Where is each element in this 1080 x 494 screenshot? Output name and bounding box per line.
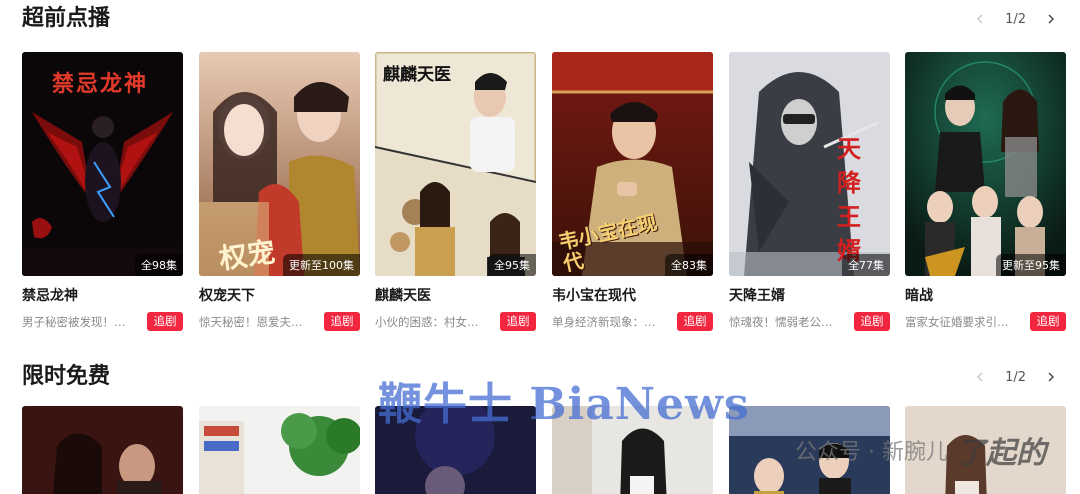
drama-poster[interactable]: 禁忌龙神 全98集: [22, 52, 183, 276]
poster-title-art: 麒麟天医: [383, 65, 451, 85]
follow-button[interactable]: 追剧: [1030, 312, 1066, 331]
prev-page-button[interactable]: [969, 8, 991, 30]
drama-poster[interactable]: 麒麟天医 全95集: [375, 52, 536, 276]
drama-title[interactable]: 权宠天下: [199, 285, 360, 305]
chevron-right-icon: [1048, 372, 1054, 382]
follow-button[interactable]: 追剧: [147, 312, 183, 331]
card-meta-row: 小伙的困惑：村女… 追剧: [375, 312, 536, 332]
drama-card: 禁忌龙神 全98集 禁忌龙神 男子秘密被发现！… 追剧: [22, 52, 183, 332]
drama-poster[interactable]: [199, 406, 360, 494]
drama-title[interactable]: 天降王婿: [729, 285, 890, 305]
episode-badge: 全95集: [488, 254, 536, 276]
follow-button[interactable]: 追剧: [500, 312, 536, 331]
page-indicator: 1/2: [1005, 11, 1026, 27]
follow-button[interactable]: 追剧: [324, 312, 360, 331]
drama-poster[interactable]: [729, 406, 890, 494]
episode-badge: 全77集: [842, 254, 890, 276]
episode-badge: 更新至95集: [996, 254, 1066, 276]
drama-description: 小伙的困惑：村女…: [375, 315, 479, 329]
drama-card: 麒麟天医 全95集 麒麟天医 小伙的困惑：村女… 追剧: [375, 52, 536, 332]
prev-page-button[interactable]: [969, 366, 991, 388]
drama-title[interactable]: 暗战: [905, 285, 1066, 305]
drama-poster[interactable]: 权宠 更新至100集: [199, 52, 360, 276]
poster-image: [729, 406, 890, 494]
section-advance-screening: 超前点播 1/2 禁忌龙神 全98集 禁忌龙神 男子秘密被发现！… 追剧 权宠 …: [0, 4, 1080, 344]
episode-badge: 全98集: [135, 254, 183, 276]
drama-poster[interactable]: 更新至95集: [905, 52, 1066, 276]
drama-description: 单身经济新现象：…: [552, 315, 656, 329]
pager: 1/2: [969, 362, 1062, 392]
poster-image: [552, 406, 713, 494]
drama-card: 权宠 更新至100集 权宠天下 惊天秘密！恩爱夫… 追剧: [199, 52, 360, 332]
drama-poster[interactable]: [905, 406, 1066, 494]
poster-title-art: 禁忌龙神: [52, 71, 149, 97]
drama-poster[interactable]: [552, 406, 713, 494]
drama-poster[interactable]: [22, 406, 183, 494]
follow-button[interactable]: 追剧: [854, 312, 890, 331]
next-page-button[interactable]: [1040, 8, 1062, 30]
chevron-right-icon: [1048, 14, 1054, 24]
page-indicator: 1/2: [1005, 369, 1026, 385]
next-page-button[interactable]: [1040, 366, 1062, 388]
drama-poster[interactable]: 韦小宝在现代 全83集: [552, 52, 713, 276]
poster-title-art: 权宠: [217, 235, 278, 276]
card-meta-row: 惊魂夜！懦弱老公… 追剧: [729, 312, 890, 332]
drama-title[interactable]: 禁忌龙神: [22, 285, 183, 305]
section-title: 限时免费: [22, 364, 111, 389]
drama-card: 更新至95集 暗战 富家女征婚要求引… 追剧: [905, 52, 1066, 332]
drama-description: 惊天秘密！恩爱夫…: [199, 315, 303, 329]
section-limited-free: 限时免费 1/2: [0, 362, 1080, 494]
drama-title[interactable]: 麒麟天医: [375, 285, 536, 305]
card-meta-row: 男子秘密被发现！… 追剧: [22, 312, 183, 332]
follow-button[interactable]: 追剧: [677, 312, 713, 331]
chevron-left-icon: [977, 372, 983, 382]
drama-description: 男子秘密被发现！…: [22, 315, 126, 329]
poster-image: [905, 52, 1066, 276]
drama-poster[interactable]: [375, 406, 536, 494]
poster-image: [905, 406, 1066, 494]
drama-card: 韦小宝在现代 全83集 韦小宝在现代 单身经济新现象：… 追剧: [552, 52, 713, 332]
section-title: 超前点播: [22, 6, 111, 31]
chevron-left-icon: [977, 14, 983, 24]
card-meta-row: 富家女征婚要求引… 追剧: [905, 312, 1066, 332]
drama-card-list: [22, 406, 1072, 494]
poster-image: [199, 406, 360, 494]
drama-card: 天降王婿 全77集 天降王婿 惊魂夜！懦弱老公… 追剧: [729, 52, 890, 332]
section-header: 超前点播 1/2: [22, 4, 1062, 34]
pager: 1/2: [969, 4, 1062, 34]
card-meta-row: 单身经济新现象：… 追剧: [552, 312, 713, 332]
drama-card-list: 禁忌龙神 全98集 禁忌龙神 男子秘密被发现！… 追剧 权宠 更新至100集 权…: [22, 52, 1072, 332]
poster-image: [375, 406, 536, 494]
drama-poster[interactable]: 天降王婿 全77集: [729, 52, 890, 276]
poster-title-art: 天降王婿: [837, 134, 861, 265]
drama-description: 富家女征婚要求引…: [905, 315, 1009, 329]
episode-badge: 全83集: [665, 254, 713, 276]
episode-badge: 更新至100集: [283, 254, 360, 276]
section-header: 限时免费 1/2: [22, 362, 1062, 392]
drama-description: 惊魂夜！懦弱老公…: [729, 315, 833, 329]
drama-title[interactable]: 韦小宝在现代: [552, 285, 713, 305]
poster-image: [22, 406, 183, 494]
card-meta-row: 惊天秘密！恩爱夫… 追剧: [199, 312, 360, 332]
